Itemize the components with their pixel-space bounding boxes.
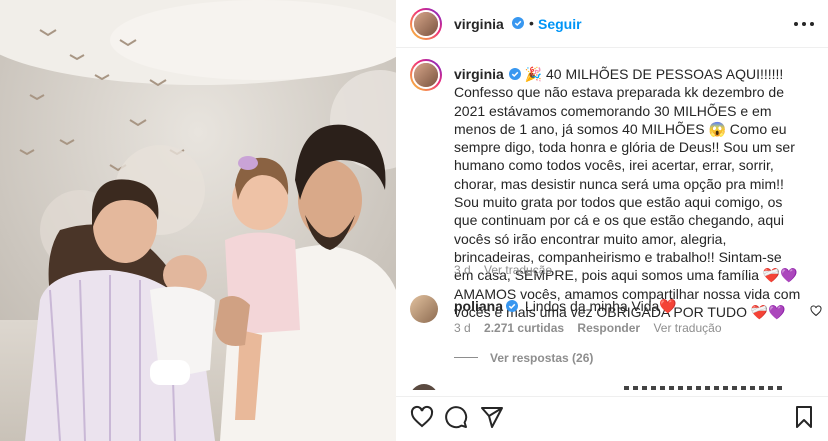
author-avatar[interactable] — [410, 8, 442, 40]
heart-icon[interactable] — [410, 405, 434, 429]
caption-time: 3 d — [454, 263, 471, 277]
comment-translate-link[interactable]: Ver tradução — [653, 321, 721, 335]
post-viewer: virginia • Seguir virginia 🎉 40 MILHÕES … — [0, 0, 828, 441]
post-photo[interactable] — [0, 0, 396, 441]
separator-dot: • — [529, 15, 534, 31]
reply-button[interactable]: Responder — [577, 321, 640, 335]
comment-likes[interactable]: 2.271 curtidas — [484, 321, 564, 335]
verified-icon — [512, 17, 524, 29]
caption-author-username[interactable]: virginia — [454, 66, 504, 82]
next-comment-partial — [396, 382, 828, 390]
caption-text: 🎉 40 MILHÕES DE PESSOAS AQUI!!!!!! Confe… — [454, 66, 801, 320]
comment-time: 3 d — [454, 321, 471, 335]
caption-author-avatar[interactable] — [410, 59, 442, 91]
view-replies-label: Ver respostas (26) — [490, 351, 594, 365]
author-username[interactable]: virginia — [454, 16, 504, 32]
family-photo-illustration — [0, 0, 396, 441]
more-icon[interactable] — [792, 14, 816, 34]
replies-divider — [454, 357, 478, 358]
comment-like-icon[interactable] — [810, 305, 822, 317]
comment-meta: 3 d 2.271 curtidas Responder Ver traduçã… — [454, 321, 732, 335]
caption-translate-link[interactable]: Ver tradução — [484, 263, 552, 277]
post-actions-bar — [396, 396, 828, 441]
comment-text: Lindos da minha Vida❤️ — [524, 298, 677, 314]
follow-button[interactable]: Seguir — [538, 16, 582, 32]
post-details-panel: virginia • Seguir virginia 🎉 40 MILHÕES … — [396, 0, 828, 441]
comment-icon[interactable] — [444, 405, 468, 429]
share-icon[interactable] — [480, 405, 504, 429]
caption-meta: 3 d Ver tradução — [454, 263, 562, 277]
view-replies-button[interactable]: Ver respostas (26) — [454, 351, 593, 365]
commenter-username[interactable]: poliana — [454, 298, 503, 314]
caption-text-block: virginia 🎉 40 MILHÕES DE PESSOAS AQUI!!!… — [454, 65, 804, 321]
commenter-avatar[interactable] — [410, 295, 438, 323]
verified-icon — [508, 68, 521, 80]
bookmark-icon[interactable] — [792, 405, 816, 429]
post-header: virginia • Seguir — [396, 0, 828, 48]
verified-icon — [506, 300, 519, 312]
comment-text-block: poliana Lindos da minha Vida❤️ — [454, 298, 677, 315]
